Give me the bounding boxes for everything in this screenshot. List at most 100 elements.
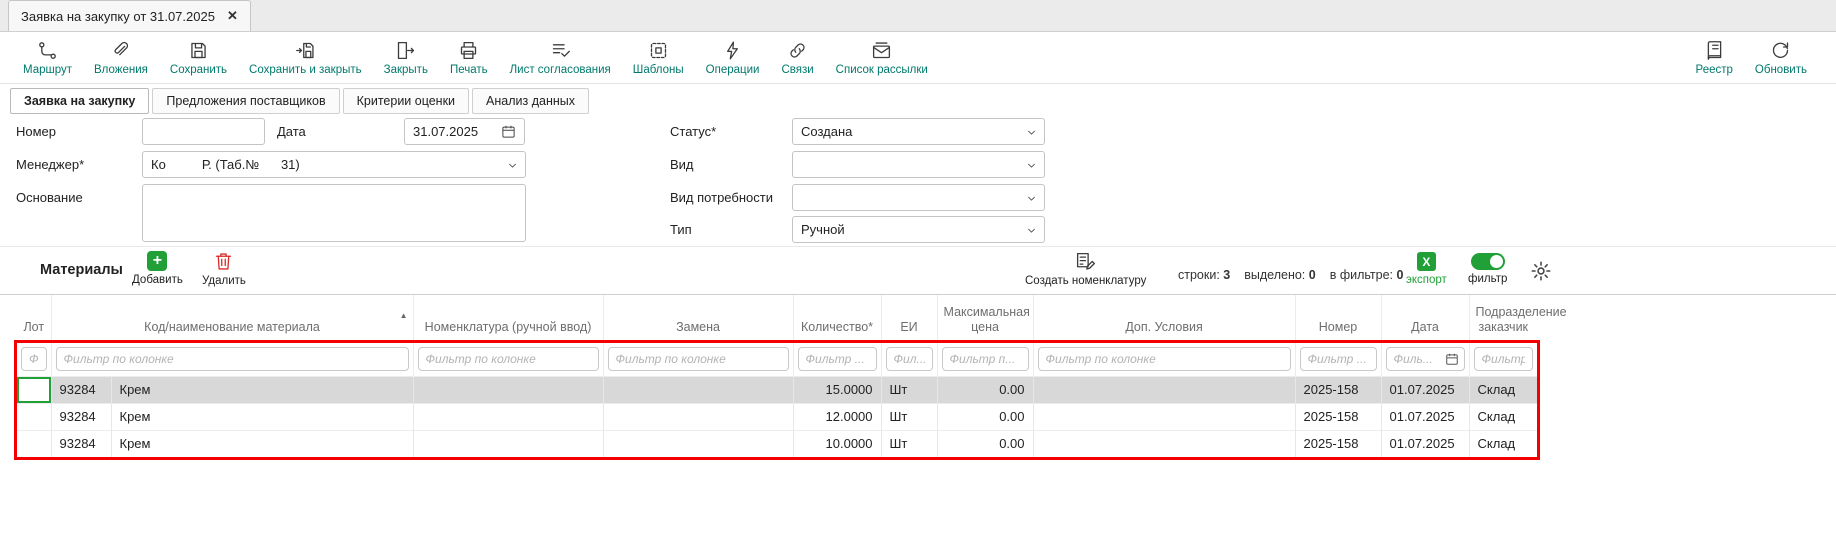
filter-extra-input[interactable] (1038, 347, 1291, 371)
date-input[interactable]: 31.07.2025 (404, 118, 525, 145)
save-and-close-button[interactable]: Сохранить и закрыть (238, 40, 373, 76)
attachments-button[interactable]: Вложения (83, 40, 159, 76)
filter-department-input[interactable] (1474, 347, 1534, 371)
templates-icon (648, 40, 669, 61)
tab-zayavka[interactable]: Заявка на закупку (10, 88, 149, 114)
filtered-count: 0 (1397, 268, 1404, 282)
type-label: Тип (670, 222, 692, 237)
approval-sheet-icon (550, 40, 571, 61)
registry-button[interactable]: Реестр (1685, 40, 1744, 76)
type-select[interactable]: Ручной (792, 216, 1045, 243)
col-header-unit[interactable]: ЕИ (881, 295, 937, 343)
close-icon[interactable]: ✕ (227, 8, 238, 24)
trash-icon (213, 251, 234, 272)
col-header-number[interactable]: Номер (1295, 295, 1381, 343)
basis-textarea[interactable] (142, 184, 526, 242)
col-header-nomenclature[interactable]: Номенклатура (ручной ввод) (413, 295, 603, 343)
basis-label: Основание (16, 190, 83, 205)
col-header-department[interactable]: Подразделение заказчик (1469, 295, 1537, 343)
save-button[interactable]: Сохранить (159, 40, 238, 76)
manager-select[interactable]: Ко Р. (Таб.№ 31) (142, 151, 526, 178)
refresh-icon (1770, 40, 1791, 61)
request-form: Номер Дата 31.07.2025 Менеджер* Ко Р. (Т… (0, 114, 1836, 246)
sort-asc-icon: ▲ (400, 311, 408, 321)
filter-lot-input[interactable] (21, 347, 47, 371)
row-selector-cell (17, 376, 51, 403)
materials-table-area: Лот Код/наименование материала ▲ Номенкл… (0, 295, 1836, 458)
col-header-material[interactable]: Код/наименование материала ▲ (51, 295, 413, 343)
route-button[interactable]: Маршрут (12, 40, 83, 76)
col-header-date[interactable]: Дата (1381, 295, 1469, 343)
delete-row-button[interactable]: Удалить (202, 251, 246, 287)
create-nomenclature-button[interactable]: Создать номенклатуру (1025, 251, 1146, 287)
approval-sheet-button[interactable]: Лист согласования (499, 40, 622, 76)
filter-nomenclature-input[interactable] (418, 347, 599, 371)
rows-count: 3 (1223, 268, 1230, 282)
col-header-replacement[interactable]: Замена (603, 295, 793, 343)
filter-unit-input[interactable] (886, 347, 933, 371)
templates-button[interactable]: Шаблоны (622, 40, 695, 76)
calendar-icon[interactable] (501, 124, 516, 139)
chevron-down-icon (1026, 160, 1037, 171)
manager-label: Менеджер* (16, 157, 84, 172)
tab-analiz[interactable]: Анализ данных (472, 88, 589, 114)
print-icon (458, 40, 479, 61)
document-tab-bar: Заявка на закупку от 31.07.2025 ✕ (0, 0, 1836, 32)
filter-qty-input[interactable] (798, 347, 877, 371)
grid-settings-button[interactable] (1530, 260, 1552, 282)
operations-icon (722, 40, 743, 61)
close-document-button[interactable]: Закрыть (373, 40, 439, 76)
operations-button[interactable]: Операции (695, 40, 771, 76)
col-header-extra[interactable]: Доп. Условия (1033, 295, 1295, 343)
toggle-on-icon[interactable] (1471, 253, 1505, 270)
kind-select[interactable] (792, 151, 1045, 178)
close-doc-icon (395, 40, 416, 61)
filter-replacement-input[interactable] (608, 347, 789, 371)
filter-number-input[interactable] (1300, 347, 1377, 371)
status-select[interactable]: Создана (792, 118, 1045, 145)
gear-icon (1530, 260, 1552, 282)
number-input[interactable] (142, 118, 265, 145)
col-header-lot[interactable]: Лот (17, 295, 51, 343)
table-row[interactable]: 93284 Крем 15.0000 Шт 0.00 2025-158 01.0… (17, 376, 1537, 403)
materials-toolbar: Материалы + Добавить Удалить Создать ном… (0, 246, 1836, 295)
chevron-down-icon (507, 160, 518, 171)
refresh-button[interactable]: Обновить (1744, 40, 1818, 76)
create-nomenclature-icon (1075, 251, 1096, 272)
document-tab-title: Заявка на закупку от 31.07.2025 (21, 9, 215, 24)
filter-max-price-input[interactable] (942, 347, 1029, 371)
export-excel-button[interactable]: X экспорт (1406, 252, 1447, 286)
filter-material-input[interactable] (56, 347, 409, 371)
table-row[interactable]: 93284 Крем 10.0000 Шт 0.00 2025-158 01.0… (17, 430, 1537, 457)
tab-predlozheniya[interactable]: Предложения поставщиков (152, 88, 339, 114)
filter-row (17, 343, 1537, 376)
col-header-qty[interactable]: Количество* (793, 295, 881, 343)
main-toolbar: Маршрут Вложения Сохранить Сохранить и з… (0, 32, 1836, 84)
date-label: Дата (277, 124, 306, 139)
mailing-list-icon (871, 40, 892, 61)
col-header-max-price[interactable]: Максимальная цена (937, 295, 1033, 343)
links-button[interactable]: Связи (770, 40, 824, 76)
mailing-list-button[interactable]: Список рассылки (825, 40, 939, 76)
filter-toggle[interactable]: фильтр (1468, 253, 1507, 285)
need-kind-select[interactable] (792, 184, 1045, 211)
add-row-button[interactable]: + Добавить (132, 251, 183, 286)
plus-icon: + (147, 251, 167, 271)
chevron-down-icon (1026, 193, 1037, 204)
table-header-row: Лот Код/наименование материала ▲ Номенкл… (17, 295, 1537, 343)
materials-table: Лот Код/наименование материала ▲ Номенкл… (17, 295, 1537, 458)
table-row[interactable]: 93284 Крем 12.0000 Шт 0.00 2025-158 01.0… (17, 403, 1537, 430)
chevron-down-icon (1026, 225, 1037, 236)
save-close-icon (295, 40, 316, 61)
materials-title: Материалы (40, 262, 123, 278)
kind-label: Вид (670, 157, 694, 172)
print-button[interactable]: Печать (439, 40, 499, 76)
tab-kriterii[interactable]: Критерии оценки (343, 88, 469, 114)
links-icon (787, 40, 808, 61)
calendar-icon[interactable] (1445, 352, 1459, 366)
registry-icon (1704, 40, 1725, 61)
document-tab[interactable]: Заявка на закупку от 31.07.2025 ✕ (8, 0, 251, 31)
status-label: Статус* (670, 124, 716, 139)
need-kind-label: Вид потребности (670, 190, 773, 205)
grid-counters: строки: 3 выделено: 0 в фильтре: 0 (1178, 268, 1403, 282)
